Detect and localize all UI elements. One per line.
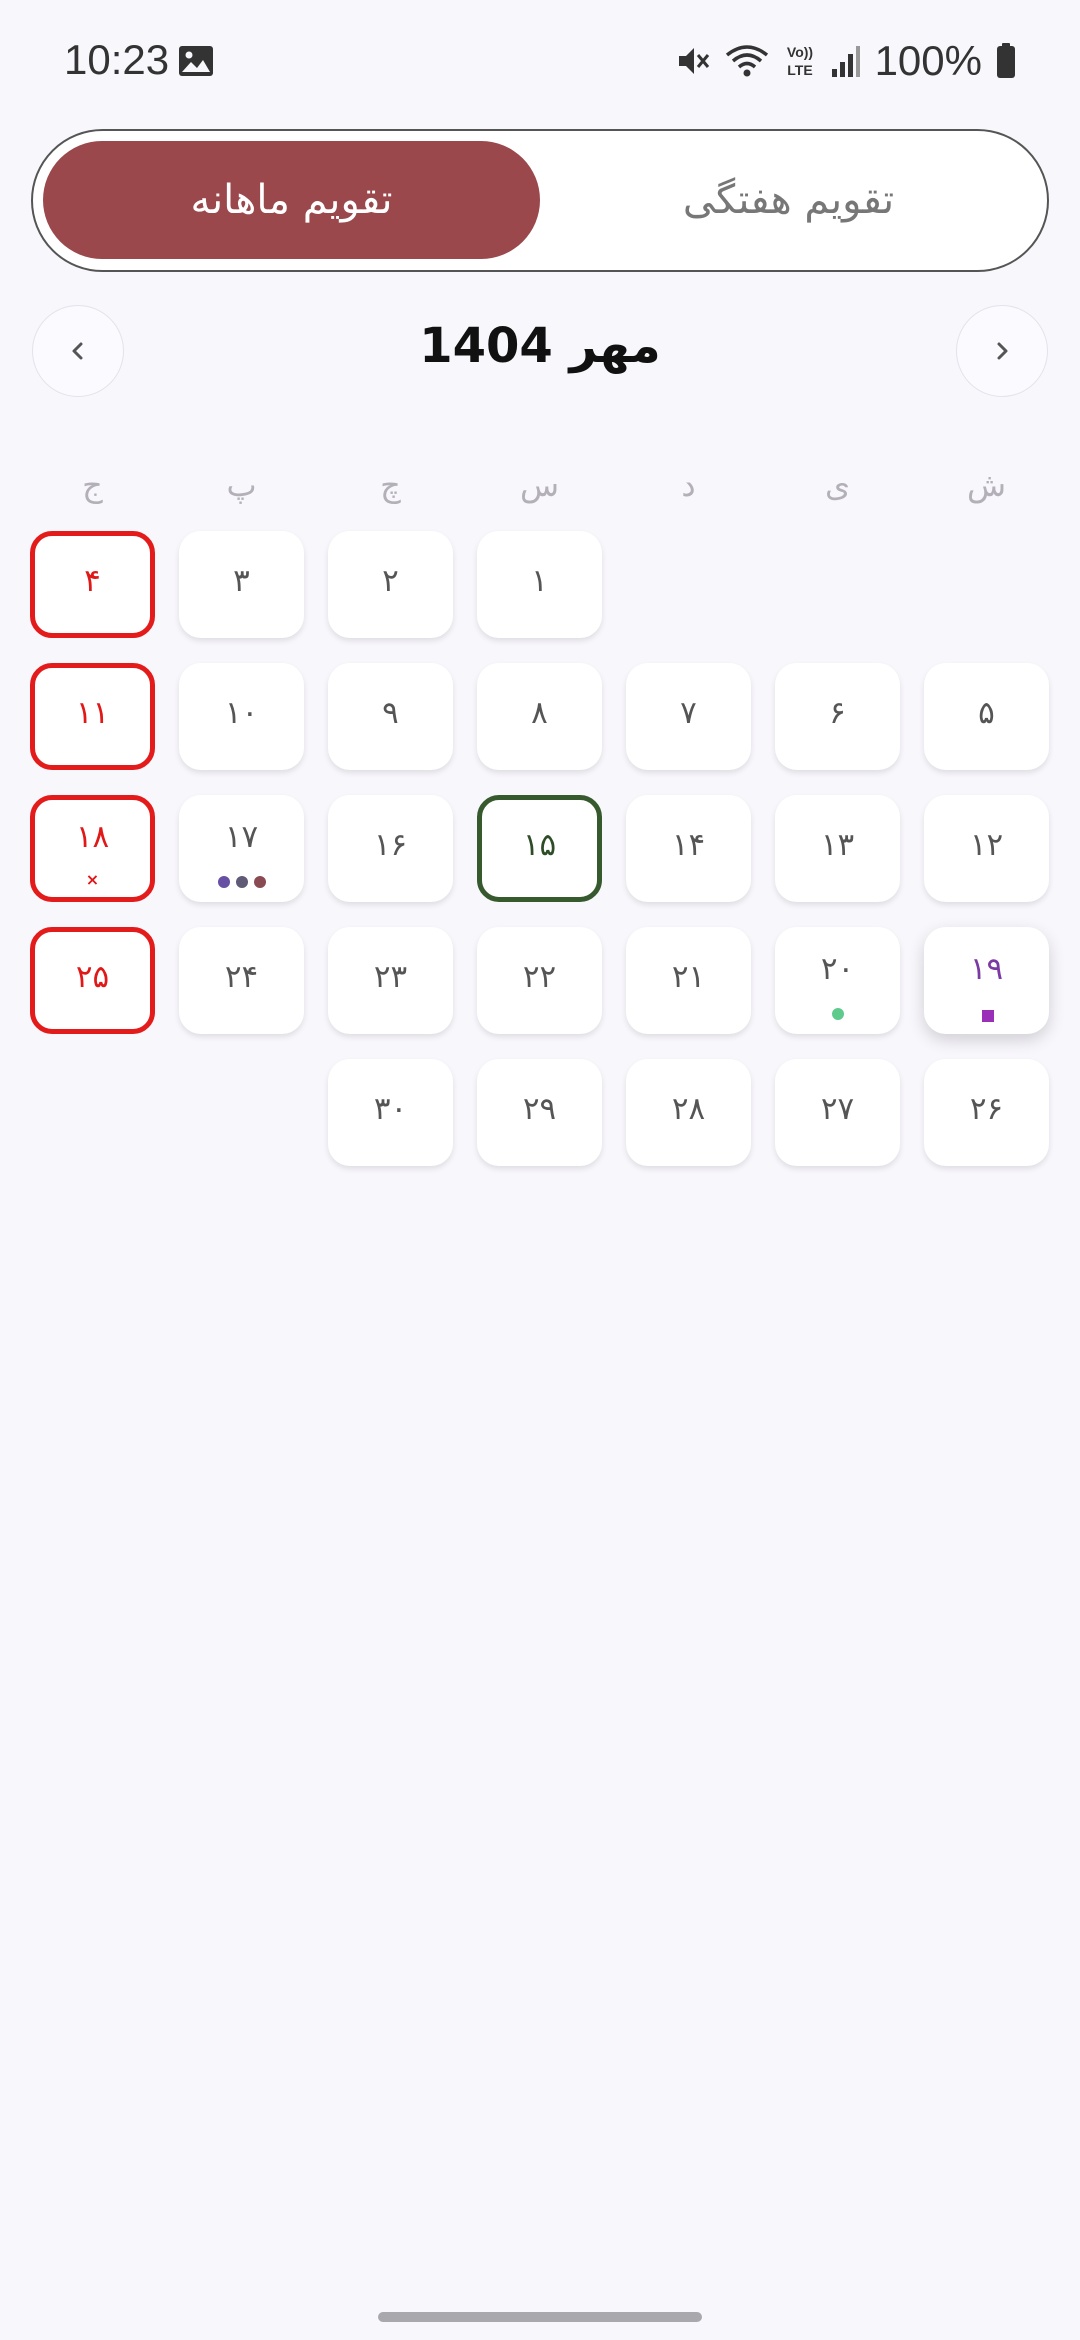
day-number: ۷ <box>680 695 697 731</box>
calendar-day[interactable]: ۲ <box>328 531 453 638</box>
calendar-day[interactable]: ۲۶ <box>924 1059 1049 1166</box>
day-number: ۲۷ <box>820 1091 855 1127</box>
calendar-day[interactable]: ۱۷ <box>179 795 304 902</box>
day-number: ۱۸ <box>75 819 110 855</box>
day-number: ۱۷ <box>224 819 259 855</box>
monthly-calendar-tab[interactable]: تقویم ماهانه <box>43 141 540 259</box>
weekday-label: س <box>519 466 560 504</box>
calendar-day[interactable]: ۳ <box>179 531 304 638</box>
calendar-day[interactable]: ۲۳ <box>328 927 453 1034</box>
calendar-day[interactable]: ۲۸ <box>626 1059 751 1166</box>
calendar-day[interactable]: ۹ <box>328 663 453 770</box>
battery-icon <box>997 43 1015 78</box>
month-title: مهر 1404 <box>419 318 661 374</box>
calendar-day[interactable]: ۱۸ × <box>30 795 155 902</box>
event-dot <box>217 876 230 888</box>
calendar-day[interactable]: ۱۱ <box>30 663 155 770</box>
chevron-left-icon <box>72 342 83 360</box>
battery-percentage: 100% <box>874 37 982 84</box>
day-number: ۱۰ <box>224 695 259 731</box>
weekday-label: چ <box>380 466 401 504</box>
weekday-label: پ <box>226 466 257 504</box>
day-number: ۲ <box>382 563 399 599</box>
signal-icon <box>831 46 860 77</box>
event-dot <box>235 876 248 888</box>
weekday-label: ی <box>824 466 851 504</box>
day-number: ۴ <box>84 563 101 599</box>
day-number: ۲۶ <box>969 1091 1004 1127</box>
status-icons: Vo)) LTE 100% <box>675 36 1016 86</box>
calendar-day[interactable]: ۷ <box>626 663 751 770</box>
day-number: ۱۴ <box>671 827 706 863</box>
day-number: ۳۰ <box>373 1091 408 1127</box>
next-month-button[interactable] <box>956 305 1048 397</box>
calendar-day[interactable]: ۲۱ <box>626 927 751 1034</box>
calendar-day[interactable]: ۸ <box>477 663 602 770</box>
day-number: ۶ <box>829 695 846 731</box>
calendar-day[interactable]: ۵ <box>924 663 1049 770</box>
calendar-day[interactable]: ۲۴ <box>179 927 304 1034</box>
calendar-day[interactable]: ۱۲ <box>924 795 1049 902</box>
calendar-day[interactable]: ۱۹ <box>924 927 1049 1034</box>
day-number: ۱۶ <box>373 827 408 863</box>
day-number: ۳ <box>233 563 250 599</box>
weekday-label: د <box>681 466 696 504</box>
gallery-icon <box>179 46 213 76</box>
calendar-day[interactable]: ۱۳ <box>775 795 900 902</box>
day-number: ۲۸ <box>671 1091 706 1127</box>
day-number: ۹ <box>382 695 399 731</box>
day-number: ۵ <box>978 695 995 731</box>
day-number: ۱۵ <box>522 827 557 863</box>
home-indicator[interactable] <box>378 2312 702 2322</box>
calendar-day[interactable]: ۶ <box>775 663 900 770</box>
event-dot <box>831 1008 844 1020</box>
calendar-day[interactable]: ۱ <box>477 531 602 638</box>
svg-text:Vo)): Vo)) <box>786 44 812 60</box>
day-number: ۲۳ <box>373 959 408 995</box>
weekday-label: ش <box>966 466 1007 504</box>
previous-month-button[interactable] <box>32 305 124 397</box>
status-time: 10:23 <box>64 36 170 83</box>
event-square-marker <box>982 1010 994 1022</box>
volte-icon: Vo)) LTE <box>786 44 812 78</box>
mute-icon <box>678 48 709 74</box>
calendar-day[interactable]: ۲۲ <box>477 927 602 1034</box>
day-number: ۲۴ <box>224 959 259 995</box>
event-dots <box>179 876 304 888</box>
day-number: ۱ <box>531 563 548 599</box>
calendar-day-today[interactable]: ۱۵ <box>477 795 602 902</box>
calendar-day[interactable]: ۲۰ <box>775 927 900 1034</box>
day-number: ۲۱ <box>671 959 706 995</box>
chevron-right-icon <box>997 342 1008 360</box>
day-number: ۱۹ <box>969 951 1004 987</box>
day-number: ۲۵ <box>75 959 110 995</box>
holiday-marker: × <box>85 870 100 889</box>
event-dot <box>253 876 266 888</box>
calendar-day[interactable]: ۲۷ <box>775 1059 900 1166</box>
wifi-icon <box>725 45 768 77</box>
calendar-day[interactable]: ۱۶ <box>328 795 453 902</box>
calendar-day[interactable]: ۲۹ <box>477 1059 602 1166</box>
calendar-view-toggle: تقویم ماهانه تقویم هفتگی <box>31 129 1049 272</box>
calendar-day[interactable]: ۱۰ <box>179 663 304 770</box>
event-dots <box>775 1008 900 1020</box>
status-bar: 10:23 Vo)) LTE 100% <box>0 0 1080 126</box>
calendar-day[interactable]: ۱۴ <box>626 795 751 902</box>
day-number: ۲۲ <box>522 959 557 995</box>
calendar-day[interactable]: ۲۵ <box>30 927 155 1034</box>
day-number: ۱۲ <box>969 827 1004 863</box>
day-number: ۱۳ <box>820 827 855 863</box>
calendar-day[interactable]: ۳۰ <box>328 1059 453 1166</box>
calendar-day[interactable]: ۴ <box>30 531 155 638</box>
day-number: ۱۱ <box>75 695 110 731</box>
day-number: ۲۹ <box>522 1091 557 1127</box>
day-number: ۸ <box>531 695 548 731</box>
svg-text:LTE: LTE <box>787 62 812 78</box>
weekday-label: ج <box>82 466 103 504</box>
weekly-calendar-tab[interactable]: تقویم هفتگی <box>540 141 1037 259</box>
day-number: ۲۰ <box>820 951 855 987</box>
